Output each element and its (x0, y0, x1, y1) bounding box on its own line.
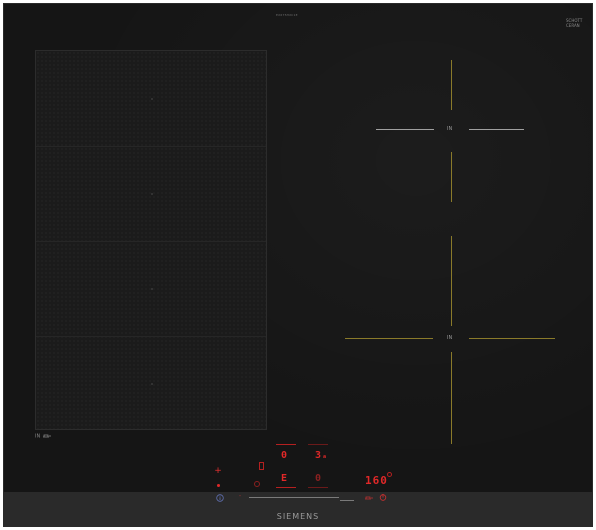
info-icon[interactable] (216, 494, 224, 502)
flex-zone-divider (36, 336, 266, 337)
front-right-level: 0 (315, 473, 322, 484)
flex-zone-selector-icon[interactable] (259, 462, 264, 470)
frying-sensor-icon[interactable] (364, 494, 374, 501)
model-code: EX675HXC1E (276, 13, 298, 17)
front-zone-mark (469, 338, 555, 339)
induction-hob: EX675HXC1E SCHOTT CERAN IN IN IN + 0 E 3… (3, 3, 593, 527)
flex-zone-divider (36, 241, 266, 242)
flex-zone-label: IN (35, 433, 52, 440)
front-right-zone-label: IN (447, 335, 453, 341)
flex-cooking-zone[interactable] (35, 50, 267, 430)
rear-zone-mark (469, 129, 524, 130)
front-zone-mark (451, 236, 452, 326)
settings-gear-icon[interactable] (254, 481, 260, 487)
plus-button[interactable]: + (212, 466, 224, 476)
front-zone-mark (345, 338, 433, 339)
flex-rear-level: 0 (281, 450, 288, 461)
power-slider[interactable] (249, 497, 339, 498)
zone-indicator-dot (217, 484, 220, 487)
schott-ceran-logo: SCHOTT CERAN (566, 18, 588, 28)
ceran-text: CERAN (566, 23, 580, 28)
flex-zone-marker (151, 288, 153, 290)
flex-zone-marker (151, 98, 153, 100)
siemens-logo: SIEMENS (276, 512, 320, 521)
rear-zone-mark (451, 152, 452, 202)
pan-icon (42, 434, 51, 438)
minus-button[interactable]: - (236, 492, 244, 500)
front-zone-mark (451, 352, 452, 444)
timer-unit-icon (387, 472, 392, 477)
flex-zone-divider (36, 146, 266, 147)
rear-right-zone-label: IN (447, 126, 453, 132)
rear-zone-mark (376, 129, 434, 130)
flex-zone-label-text: IN (35, 433, 41, 440)
powerboost-slider-end[interactable] (340, 495, 354, 501)
flex-zone-marker (151, 193, 153, 195)
flex-zone-marker (151, 383, 153, 385)
power-icon[interactable] (379, 493, 387, 501)
rear-zone-mark (451, 60, 452, 110)
flex-front-level: E (281, 473, 288, 484)
timer-display: 160 (365, 474, 388, 487)
